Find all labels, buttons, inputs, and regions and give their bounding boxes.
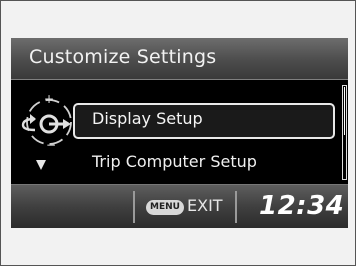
minus-icon: −	[46, 138, 56, 152]
scrollbar-thumb[interactable]	[344, 87, 345, 135]
footer-divider	[133, 191, 135, 223]
clock: 12:34	[259, 191, 345, 221]
footer-bar: MENU EXIT 12:34	[11, 184, 348, 228]
menu-item-trip-computer-setup[interactable]: Trip Computer Setup	[92, 152, 257, 171]
plus-icon: +	[44, 92, 54, 106]
footer-divider	[235, 191, 237, 223]
header-bar: Customize Settings	[11, 38, 348, 80]
menu-button[interactable]: MENU	[146, 200, 184, 215]
page-frame: Customize Settings + − Display Setup Tri…	[0, 0, 356, 266]
menu-list: + − Display Setup Trip Computer Setup	[11, 80, 348, 184]
exit-label[interactable]: EXIT	[187, 196, 223, 215]
scrollbar[interactable]	[342, 85, 347, 180]
down-arrow-icon	[36, 160, 46, 170]
menu-item-display-setup[interactable]: Display Setup	[92, 109, 203, 128]
display-screen: Customize Settings + − Display Setup Tri…	[11, 38, 348, 228]
selector-dial-icon[interactable]: + −	[19, 87, 75, 173]
page-title: Customize Settings	[29, 46, 217, 68]
